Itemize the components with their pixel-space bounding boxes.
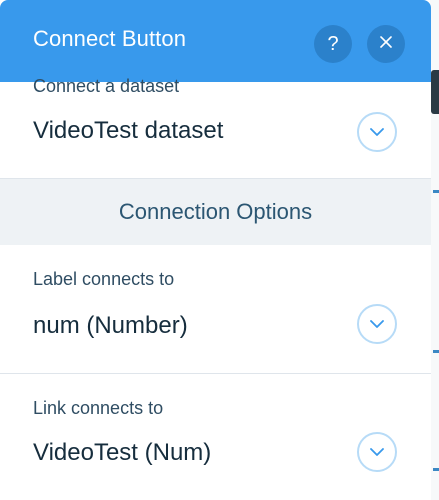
editor-guide-mark [433,350,439,353]
background-editor-strip [430,0,439,500]
help-button[interactable]: ? [314,25,352,63]
editor-guide-mark [433,190,439,193]
panel-title: Connect Button [33,26,187,51]
label-connect-value: num (Number) [33,312,188,339]
link-connect-section[interactable]: Link connects to VideoTest (Num) [0,374,431,500]
label-connect-dropdown-button[interactable] [357,304,397,344]
dataset-value: VideoTest dataset [33,117,224,144]
dataset-section[interactable]: Connect a dataset VideoTest dataset [0,76,431,178]
chevron-down-icon [370,320,384,328]
connect-button-panel: Connect Button ? Connect a dataset Video… [0,0,439,500]
connection-options-header: Connection Options [0,178,431,246]
link-connect-value: VideoTest (Num) [33,439,212,466]
dataset-label: Connect a dataset [33,76,180,96]
editor-side-tab [431,70,439,114]
chevron-down-icon [370,128,384,136]
connection-options-title: Connection Options [118,199,313,224]
editor-guide-mark [433,468,439,471]
link-connect-dropdown-button[interactable] [357,432,397,472]
label-connect-section[interactable]: Label connects to num (Number) [0,245,431,373]
link-connect-label: Link connects to [33,398,164,418]
question-mark-icon: ? [327,33,339,55]
panel-content: Connect a dataset VideoTest dataset Conn… [0,76,431,500]
label-connect-label: Label connects to [33,269,175,289]
panel-header: Connect Button ? [0,0,431,82]
chevron-down-icon [370,448,384,456]
close-icon [378,34,394,55]
close-button[interactable] [367,25,405,63]
dataset-dropdown-button[interactable] [357,112,397,152]
